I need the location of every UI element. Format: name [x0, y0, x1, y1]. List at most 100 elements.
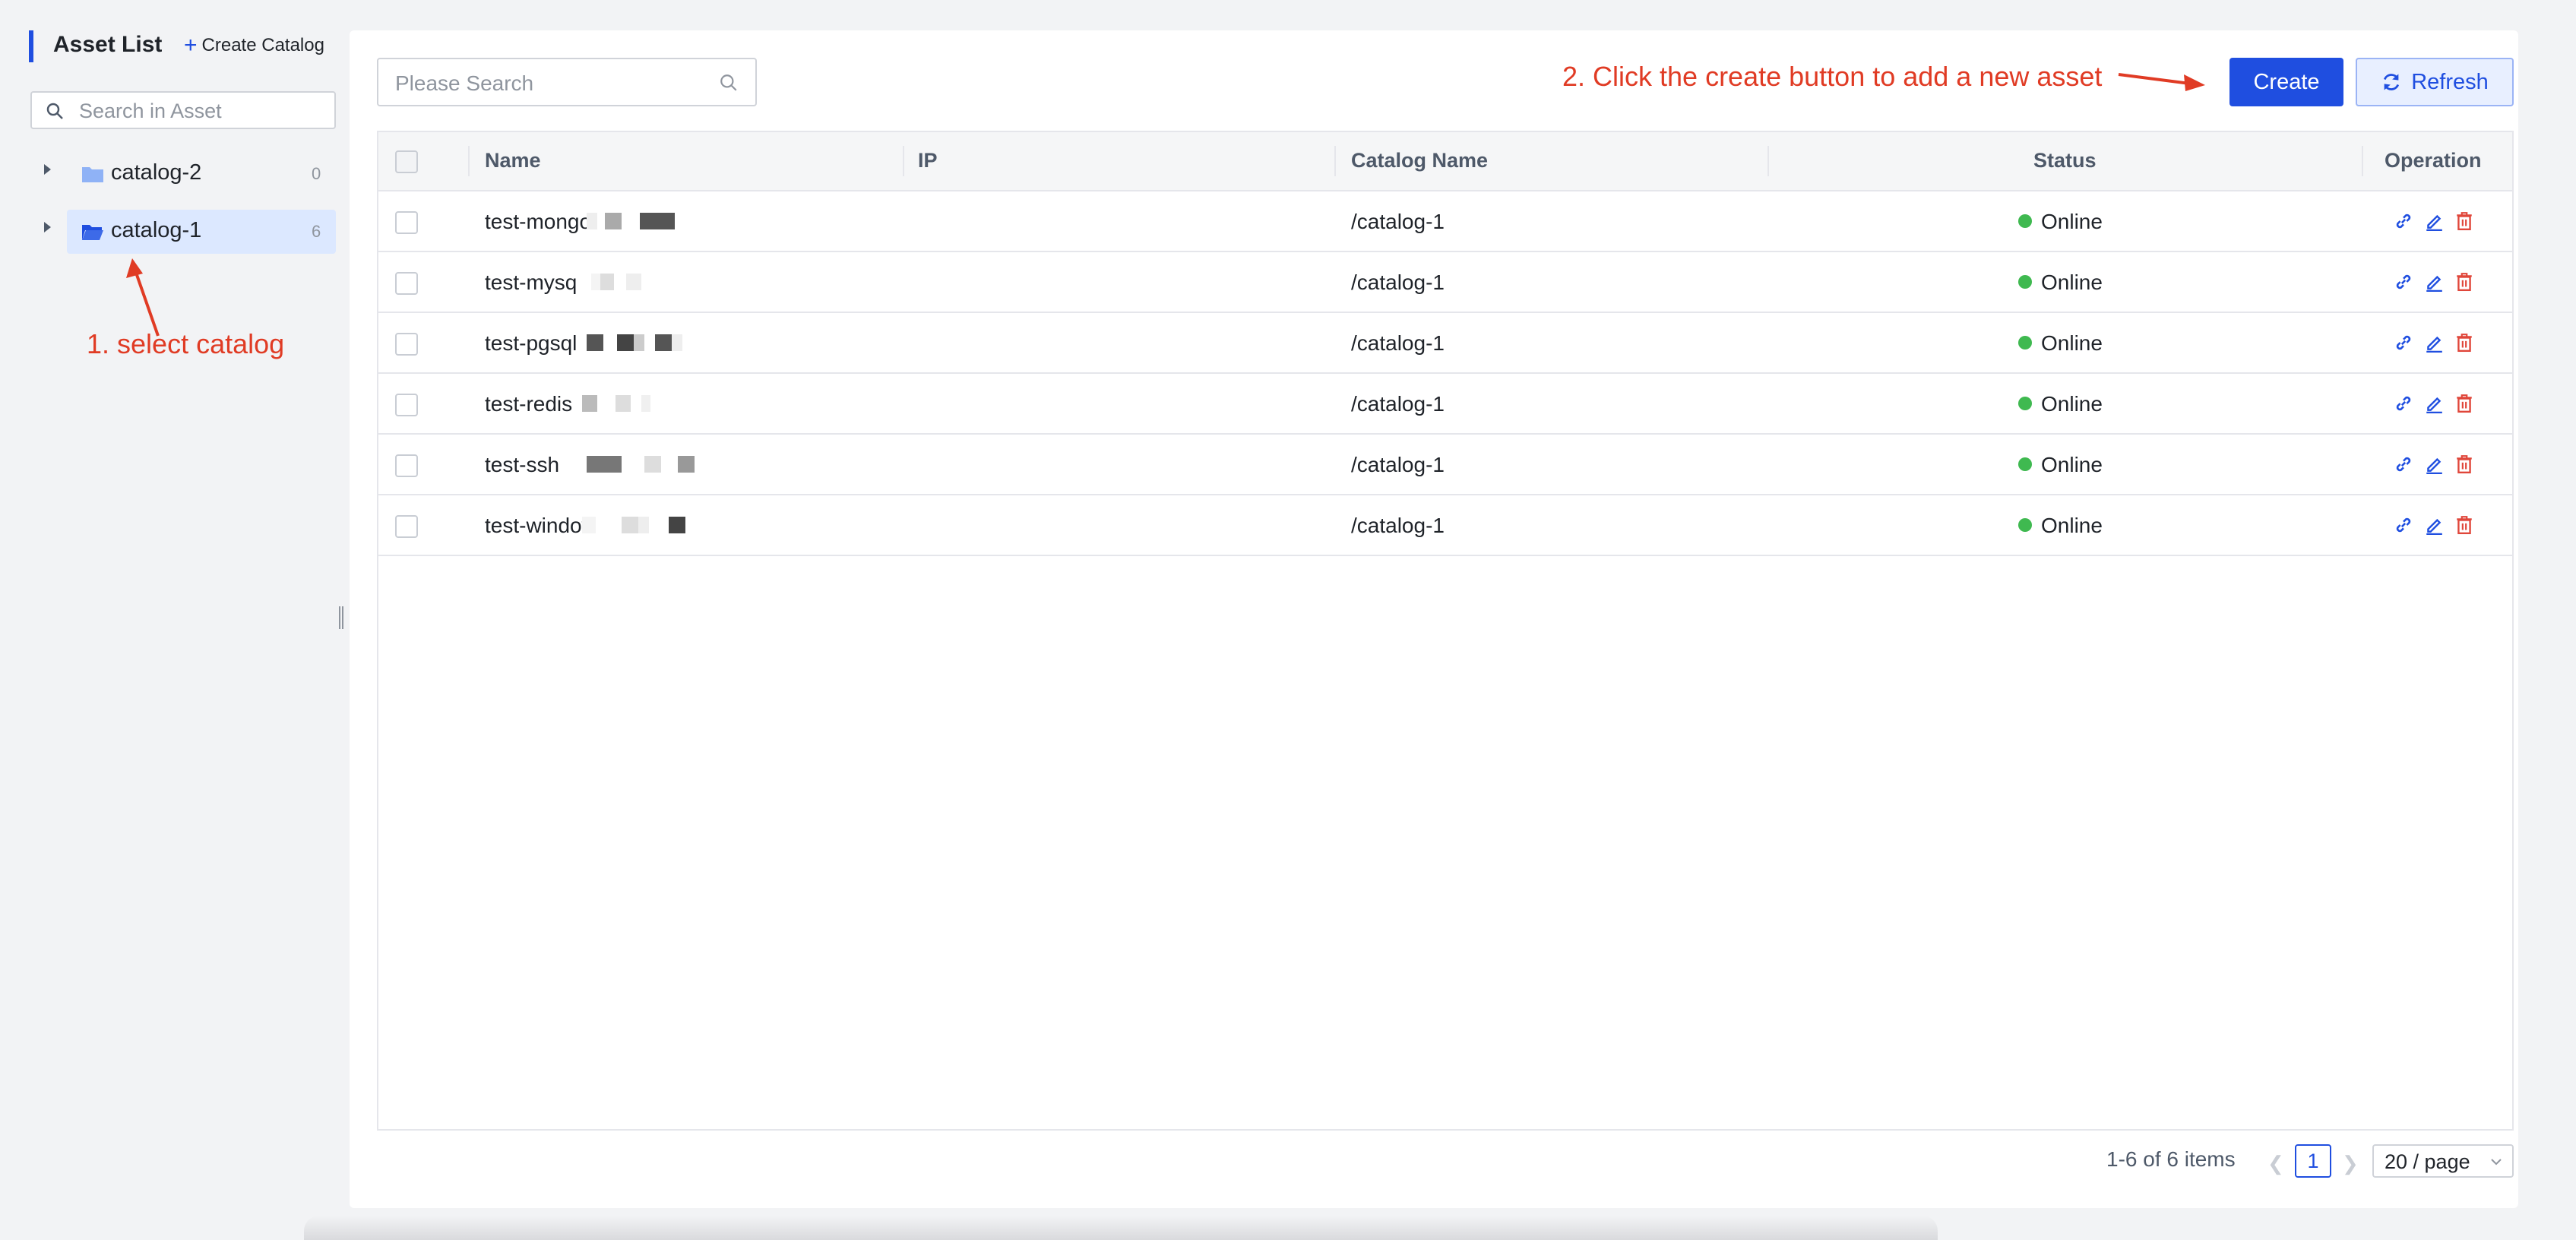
row-checkbox[interactable] [395, 333, 418, 356]
table-row[interactable]: test-windows /catalog-1 Online [378, 495, 2512, 556]
row-checkbox[interactable] [395, 272, 418, 295]
delete-icon[interactable] [2454, 394, 2474, 413]
link-icon[interactable] [2394, 454, 2413, 474]
refresh-button[interactable]: Refresh [2356, 58, 2514, 106]
edit-icon[interactable] [2424, 272, 2444, 292]
resize-handle[interactable] [339, 606, 343, 629]
tree-item-count: 0 [312, 164, 321, 183]
asset-name: test-mysql [485, 270, 582, 294]
column-divider [1334, 146, 1336, 176]
online-status-dot [2018, 518, 2032, 532]
sidebar: Asset List + Create Catalog Search in As… [0, 0, 343, 1240]
status-text: Online [2041, 453, 2103, 476]
page-number-button[interactable]: 1 [2295, 1144, 2331, 1178]
column-header-operation: Operation [2385, 149, 2482, 172]
create-catalog-label: Create Catalog [201, 35, 324, 55]
select-all-checkbox[interactable] [395, 150, 418, 173]
row-checkbox[interactable] [395, 454, 418, 477]
search-placeholder: Please Search [395, 71, 534, 95]
catalog-name: /catalog-1 [1351, 210, 1445, 233]
sidebar-title: Asset List [53, 32, 163, 57]
tree-item-label: catalog-1 [111, 218, 202, 242]
column-header-status[interactable]: Status [2033, 149, 2097, 172]
edit-icon[interactable] [2424, 454, 2444, 474]
online-status-dot [2018, 214, 2032, 228]
table-row[interactable]: test-ssh /catalog-1 Online [378, 435, 2512, 495]
edit-icon[interactable] [2424, 394, 2444, 413]
page-size-label: 20 / page [2385, 1150, 2470, 1173]
delete-icon[interactable] [2454, 333, 2474, 353]
search-icon [720, 74, 737, 91]
asset-table: Name IP Catalog Name Status Operation te… [377, 131, 2514, 1131]
link-icon[interactable] [2394, 394, 2413, 413]
status-text: Online [2041, 514, 2103, 537]
caret-right-icon[interactable] [44, 164, 51, 175]
online-status-dot [2018, 457, 2032, 471]
ip-address-redacted [578, 274, 641, 290]
create-button[interactable]: Create [2229, 58, 2343, 106]
table-row[interactable]: test-mysql /catalog-1 Online [378, 252, 2512, 313]
table-row[interactable]: test-redis /catalog-1 Online [378, 374, 2512, 435]
tree-item-label: catalog-2 [111, 160, 202, 185]
next-page-icon[interactable]: ❯ [2342, 1152, 2359, 1175]
catalog-name: /catalog-1 [1351, 453, 1445, 476]
column-divider [2362, 146, 2363, 176]
table-row[interactable]: test-mongodb /catalog-1 Online [378, 191, 2512, 252]
title-accent-bar [29, 30, 33, 62]
row-checkbox[interactable] [395, 394, 418, 416]
plus-icon: + [184, 33, 198, 58]
link-icon[interactable] [2394, 333, 2413, 353]
folder-open-icon [82, 225, 103, 240]
column-header-name[interactable]: Name [485, 149, 541, 172]
page-size-select[interactable]: 20 / page [2372, 1144, 2514, 1178]
link-icon[interactable] [2394, 515, 2413, 535]
refresh-icon [2384, 74, 2400, 90]
link-icon[interactable] [2394, 272, 2413, 292]
edit-icon[interactable] [2424, 515, 2444, 535]
row-checkbox[interactable] [395, 515, 418, 538]
edit-icon[interactable] [2424, 333, 2444, 353]
asset-search-placeholder: Search in Asset [79, 100, 222, 122]
status-text: Online [2041, 392, 2103, 416]
delete-icon[interactable] [2454, 211, 2474, 231]
link-icon[interactable] [2394, 211, 2413, 231]
chevron-down-icon [2491, 1159, 2502, 1166]
search-input[interactable]: Please Search [377, 58, 757, 106]
asset-search-input[interactable]: Search in Asset [30, 91, 336, 129]
catalog-name: /catalog-1 [1351, 514, 1445, 537]
asset-name: test-redis [485, 392, 573, 416]
edit-icon[interactable] [2424, 211, 2444, 231]
asset-name: test-ssh [485, 453, 560, 476]
ip-address-redacted [582, 517, 685, 533]
annotation-arrow-icon [2118, 73, 2205, 91]
tree-item-catalog-1[interactable]: catalog-1 6 [67, 210, 336, 254]
tree-item-count: 6 [312, 222, 321, 241]
prev-page-icon[interactable]: ❮ [2267, 1152, 2284, 1175]
bottom-scroll-shadow [304, 1216, 1938, 1240]
row-checkbox[interactable] [395, 211, 418, 234]
column-header-ip[interactable]: IP [918, 149, 938, 172]
delete-icon[interactable] [2454, 454, 2474, 474]
create-catalog-button[interactable]: + Create Catalog [184, 33, 324, 58]
column-divider [468, 146, 470, 176]
annotation-select-catalog: 1. select catalog [87, 328, 285, 359]
folder-icon [82, 167, 103, 182]
asset-name: test-pgsql [485, 331, 578, 355]
ip-address-redacted [587, 213, 675, 229]
table-row[interactable]: test-pgsql /catalog-1 Online [378, 313, 2512, 374]
annotation-click-create: 2. Click the create button to add a new … [1562, 61, 2103, 92]
delete-icon[interactable] [2454, 515, 2474, 535]
status-text: Online [2041, 270, 2103, 294]
column-header-catalog-name[interactable]: Catalog Name [1351, 149, 1488, 172]
pagination-total: 1-6 of 6 items [2106, 1147, 2236, 1171]
catalog-name: /catalog-1 [1351, 392, 1445, 416]
caret-right-icon[interactable] [44, 222, 51, 232]
ip-address-redacted [587, 456, 695, 473]
online-status-dot [2018, 397, 2032, 410]
catalog-name: /catalog-1 [1351, 331, 1445, 355]
delete-icon[interactable] [2454, 272, 2474, 292]
tree-item-catalog-2[interactable]: catalog-2 0 [30, 152, 336, 196]
status-text: Online [2041, 331, 2103, 355]
column-divider [903, 146, 904, 176]
status-text: Online [2041, 210, 2103, 233]
